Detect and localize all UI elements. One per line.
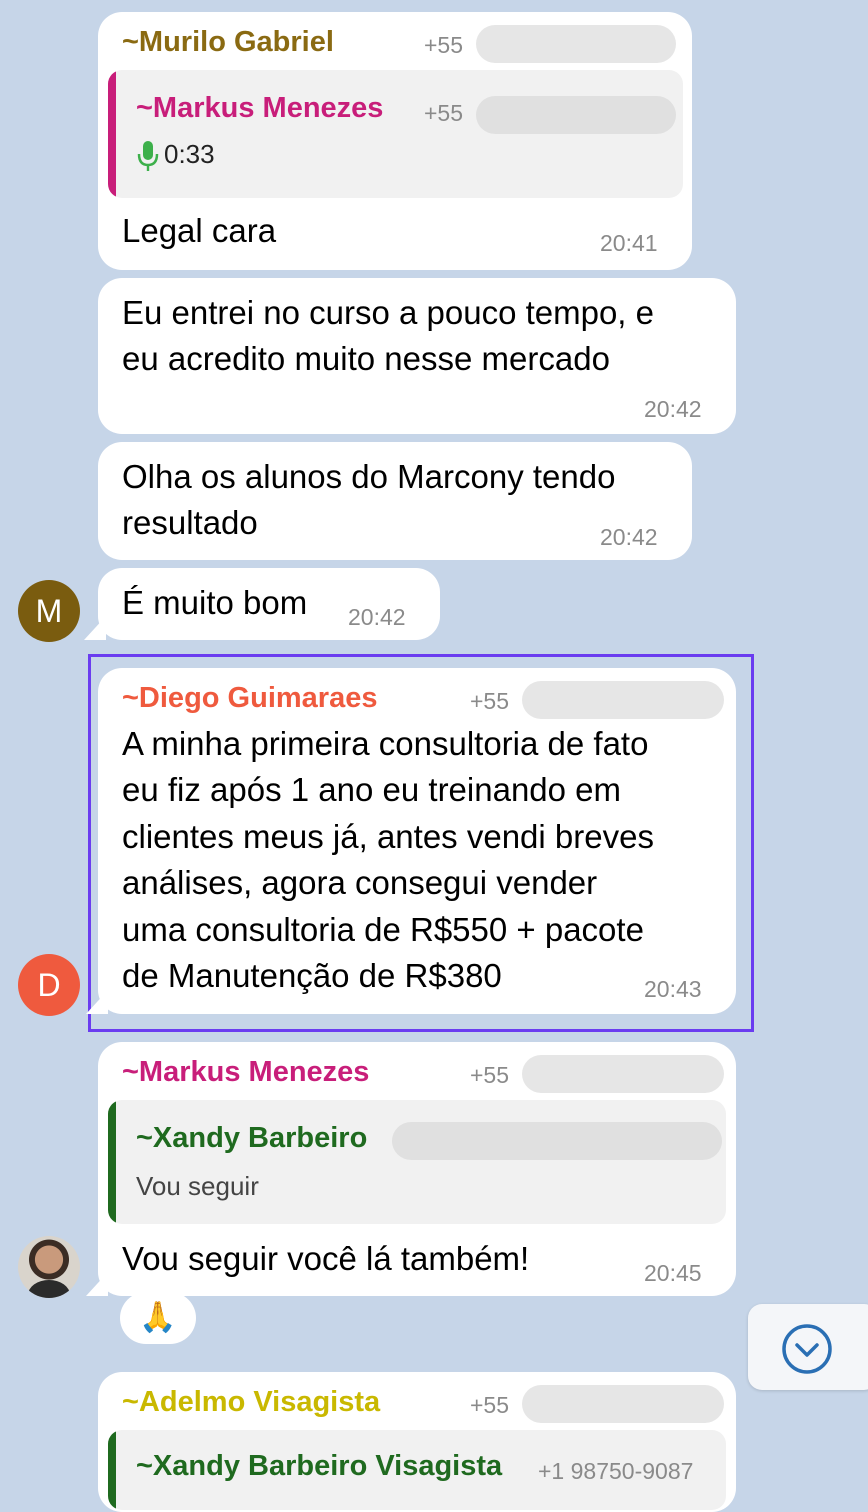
reaction-badge[interactable]: 🙏 — [120, 1292, 196, 1344]
message-line: Olha os alunos do Marcony tendo — [122, 458, 616, 495]
message-time: 20:41 — [600, 230, 658, 256]
message-line: resultado — [122, 504, 258, 541]
quoted-message[interactable]: ~Markus Menezes +55 0:33 — [108, 70, 683, 198]
message-line: uma consultoria de R$550 + pacote — [122, 911, 644, 948]
avatar-shoulders — [28, 1280, 70, 1298]
message-bubble[interactable]: Eu entrei no curso a pouco tempo, e eu a… — [98, 278, 736, 434]
avatar[interactable]: M — [18, 580, 80, 642]
redacted-phone — [522, 681, 724, 719]
quote-sender-name: ~Xandy Barbeiro Visagista — [136, 1450, 503, 1482]
mic-icon — [136, 140, 160, 172]
message-time: 20:42 — [348, 604, 406, 630]
sender-phone: +55 — [470, 1392, 510, 1418]
sender-name[interactable]: ~Diego Guimaraes — [122, 682, 377, 715]
message-time: 20:42 — [644, 396, 702, 422]
message-time: 20:43 — [644, 976, 702, 1002]
chevron-down-circle-icon — [781, 1323, 833, 1375]
quote-sender-name: ~Markus Menezes — [136, 92, 384, 124]
message-line: A minha primeira consultoria de fato — [122, 725, 649, 762]
scroll-to-bottom-button[interactable] — [748, 1304, 868, 1390]
redacted-phone — [476, 25, 676, 63]
quoted-message[interactable]: ~Xandy Barbeiro Visagista +1 98750-9087 — [108, 1430, 726, 1510]
message-bubble-markus[interactable]: ~Markus Menezes +55 ~Xandy Barbeiro Vou … — [98, 1042, 736, 1296]
quote-accent-bar — [108, 1430, 116, 1510]
message-bubble-murilo[interactable]: ~Murilo Gabriel +55 ~Markus Menezes +55 … — [98, 12, 692, 270]
sender-name[interactable]: ~Murilo Gabriel — [122, 26, 334, 59]
message-text: Legal cara — [122, 212, 277, 249]
message-line: Eu entrei no curso a pouco tempo, e — [122, 294, 654, 331]
message-line: de Manutenção de R$380 — [122, 957, 502, 994]
redacted-phone — [392, 1122, 722, 1160]
message-text: Vou seguir você lá também! — [122, 1240, 530, 1277]
quote-accent-bar — [108, 1100, 116, 1224]
avatar[interactable]: D — [18, 954, 80, 1016]
avatar-photo[interactable] — [18, 1236, 80, 1298]
message-bubble[interactable]: É muito bom 20:42 — [98, 568, 440, 640]
message-line: eu fiz após 1 ano eu treinando em — [122, 771, 622, 808]
pray-emoji: 🙏 — [139, 1301, 177, 1334]
sender-phone: +55 — [470, 1062, 510, 1088]
quote-text: Vou seguir — [136, 1171, 259, 1201]
message-bubble[interactable]: Olha os alunos do Marcony tendo resultad… — [98, 442, 692, 560]
quoted-message[interactable]: ~Xandy Barbeiro Vou seguir — [108, 1100, 726, 1224]
redacted-phone — [522, 1055, 724, 1093]
message-time: 20:42 — [600, 524, 658, 550]
message-time: 20:45 — [644, 1260, 702, 1286]
audio-duration: 0:33 — [164, 139, 215, 169]
sender-name[interactable]: ~Markus Menezes — [122, 1056, 369, 1089]
message-bubble-adelmo[interactable]: ~Adelmo Visagista +55 ~Xandy Barbeiro Vi… — [98, 1372, 736, 1512]
sender-phone: +55 — [470, 688, 510, 714]
message-bubble-diego[interactable]: ~Diego Guimaraes +55 A minha primeira co… — [98, 668, 736, 1014]
quote-sender-phone: +1 98750-9087 — [538, 1458, 694, 1484]
quote-sender-phone: +55 — [424, 100, 464, 126]
redacted-phone — [476, 96, 676, 134]
sender-phone: +55 — [424, 32, 464, 58]
sender-name[interactable]: ~Adelmo Visagista — [122, 1386, 380, 1419]
message-line: eu acredito muito nesse mercado — [122, 340, 610, 377]
quote-sender-name: ~Xandy Barbeiro — [136, 1122, 368, 1154]
message-line: clientes meus já, antes vendi breves — [122, 818, 654, 855]
message-text: É muito bom — [122, 584, 308, 621]
quote-accent-bar — [108, 70, 116, 198]
message-line: análises, agora consegui vender — [122, 864, 598, 901]
redacted-phone — [522, 1385, 724, 1423]
